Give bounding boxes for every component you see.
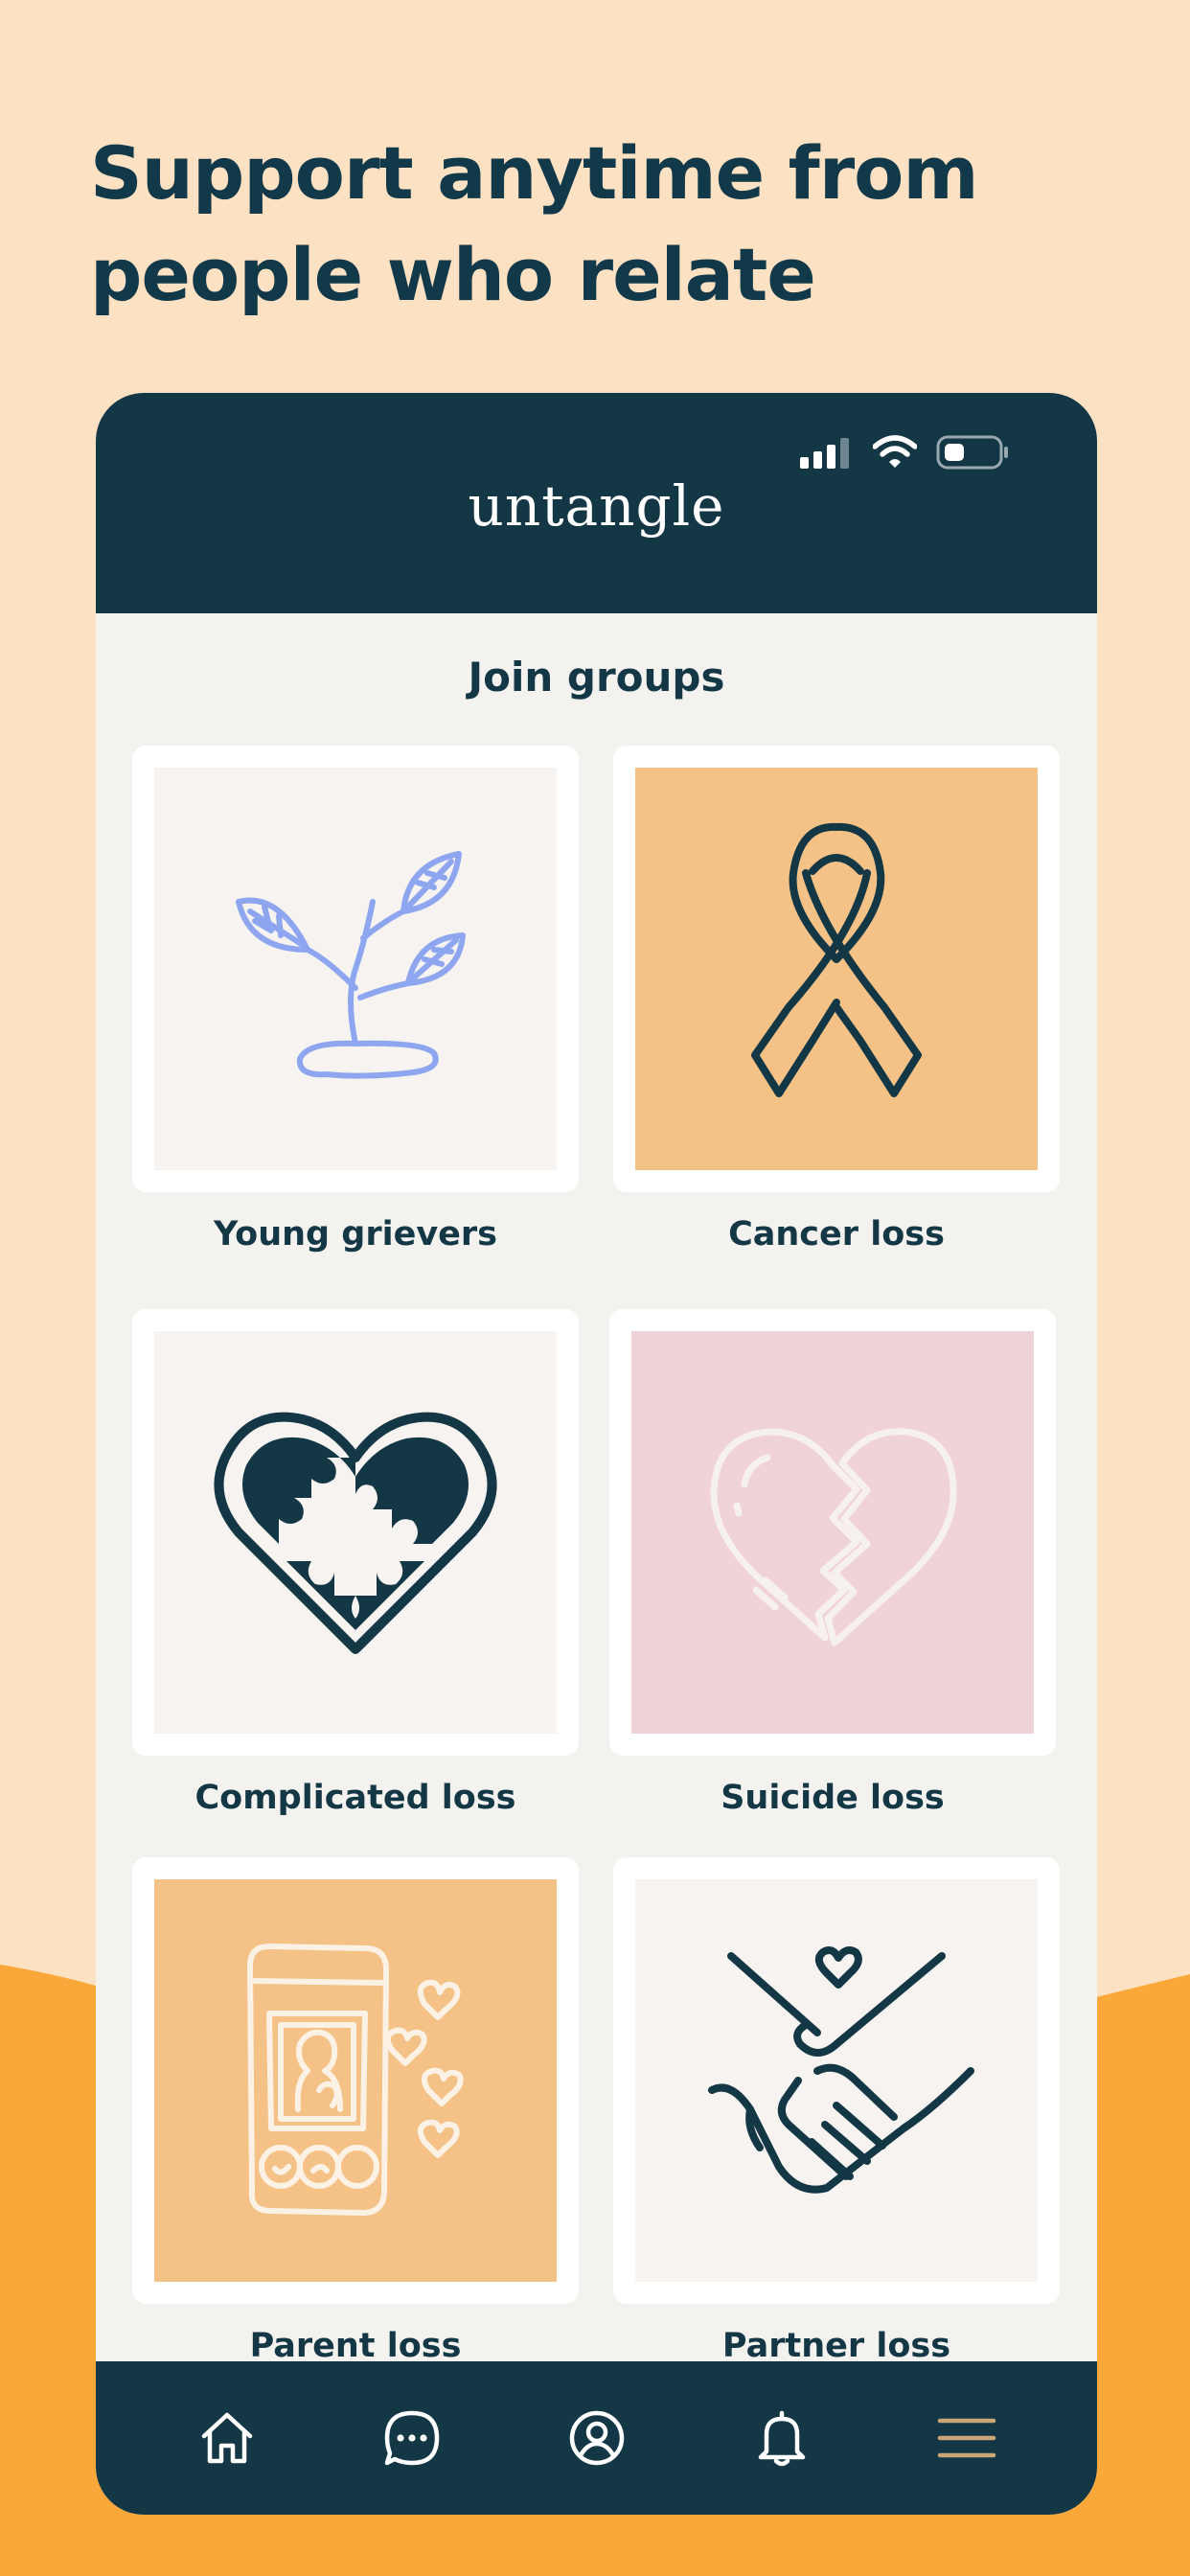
group-tile: [154, 1879, 557, 2282]
group-card-complicated-loss[interactable]: [132, 1309, 579, 1756]
puzzle-heart-icon: [214, 1412, 497, 1654]
tab-notifications[interactable]: [739, 2395, 825, 2481]
section-title: Join groups: [468, 654, 725, 701]
headline: Support anytime from people who relate: [90, 123, 1106, 326]
group-tile: [635, 1879, 1038, 2282]
tab-menu[interactable]: [924, 2395, 1010, 2481]
group-tile: [631, 1331, 1034, 1734]
group-tile: [635, 768, 1038, 1170]
group-tile: [154, 1331, 557, 1734]
broken-heart-icon: [710, 1428, 957, 1646]
group-card-young-grievers[interactable]: [132, 746, 579, 1192]
app-logo: untangle: [468, 473, 725, 539]
group-label-complicated-loss[interactable]: Complicated loss: [132, 1779, 579, 1817]
signal-icon: [800, 438, 849, 469]
group-tile: [154, 768, 557, 1170]
tab-profile[interactable]: [554, 2395, 640, 2481]
group-label-cancer-loss[interactable]: Cancer loss: [613, 1215, 1060, 1254]
profile-icon: [569, 2410, 624, 2466]
group-card-suicide-loss[interactable]: [609, 1309, 1056, 1756]
group-label-parent-loss[interactable]: Parent loss: [132, 2327, 579, 2365]
tab-home[interactable]: [184, 2395, 270, 2481]
wifi-icon: [873, 435, 917, 468]
status-bar: [800, 433, 1011, 472]
battery-icon: [936, 435, 1008, 470]
group-label-suicide-loss[interactable]: Suicide loss: [609, 1779, 1056, 1817]
group-card-parent-loss[interactable]: [132, 1857, 579, 2304]
group-card-partner-loss[interactable]: [613, 1857, 1060, 2304]
headline-line-1: Support anytime from: [90, 130, 979, 216]
app-header: untangle: [96, 393, 1097, 613]
group-label-partner-loss[interactable]: Partner loss: [613, 2327, 1060, 2365]
chat-icon: [384, 2410, 439, 2466]
groups-screen: Join groups Young grievers Cancer loss C…: [96, 613, 1097, 2371]
bottom-tab-bar: [96, 2361, 1097, 2515]
bell-icon: [758, 2410, 805, 2467]
home-icon: [201, 2412, 252, 2464]
holding-hands-icon: [708, 1946, 974, 2194]
phone-photo-hearts-icon: [247, 1944, 464, 2216]
group-card-cancer-loss[interactable]: [613, 746, 1060, 1192]
menu-icon: [937, 2418, 995, 2458]
ribbon-icon: [751, 822, 922, 1097]
sprout-icon: [236, 851, 466, 1079]
tab-messages[interactable]: [369, 2395, 455, 2481]
group-label-young-grievers[interactable]: Young grievers: [132, 1215, 579, 1254]
phone-mockup: untangle Join groups Young grievers Canc…: [96, 393, 1097, 2515]
headline-line-2: people who relate: [90, 232, 816, 317]
